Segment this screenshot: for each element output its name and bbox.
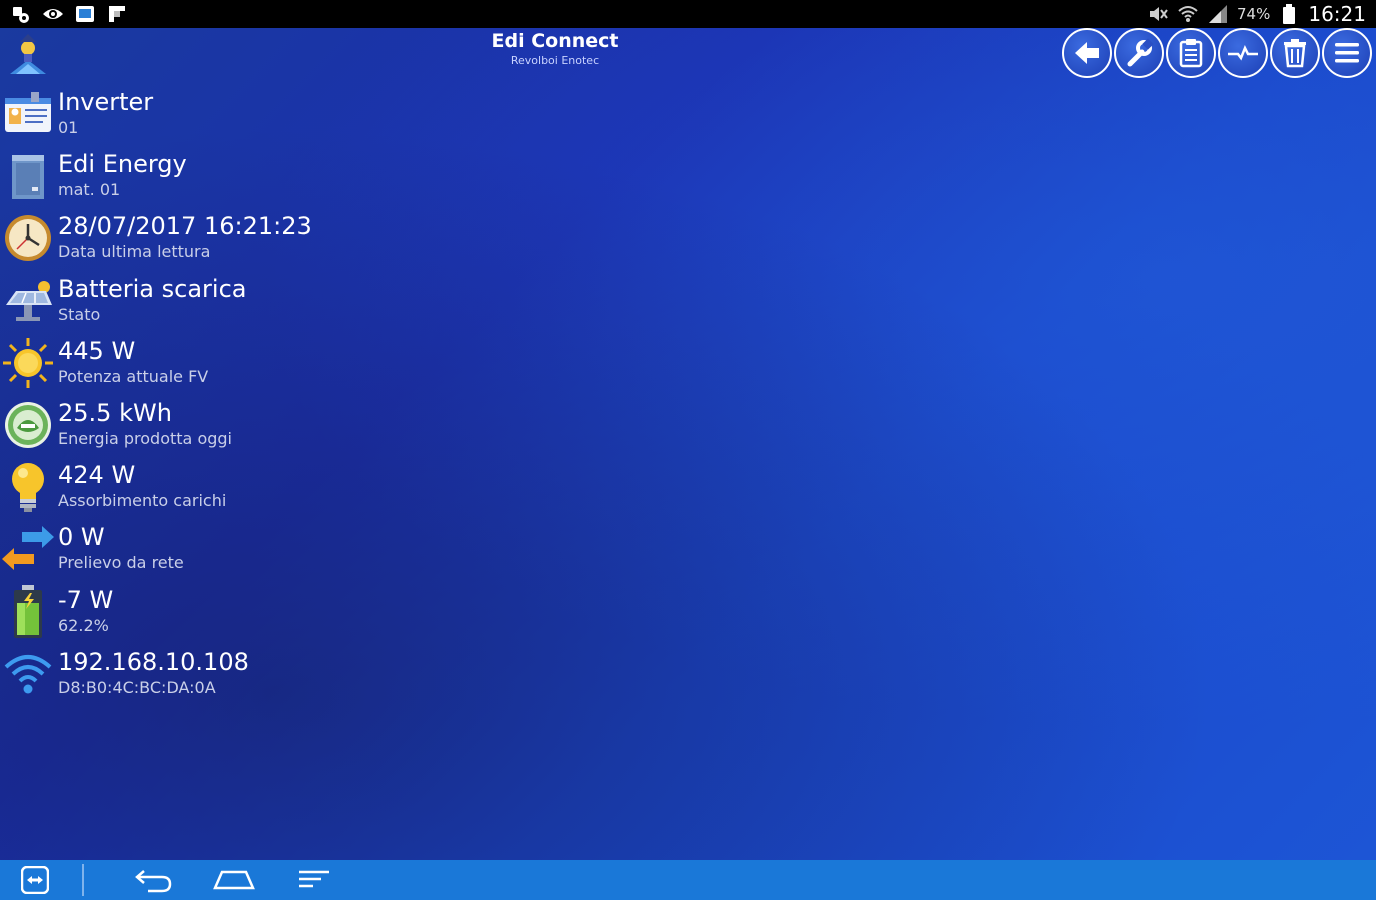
app-subtitle: Revolboi Enotec xyxy=(510,54,600,67)
item-label: Stato xyxy=(58,304,101,324)
status-bar-left xyxy=(0,4,128,24)
sun-icon xyxy=(0,335,56,391)
item-value: 25.5 kWh xyxy=(58,398,172,427)
clipboard-icon xyxy=(1179,39,1203,68)
back-button[interactable] xyxy=(1062,28,1112,78)
mute-icon xyxy=(1147,4,1169,24)
image-icon xyxy=(74,4,96,24)
list-item-network[interactable]: 192.168.10.108 D8:B0:4C:BC:DA:0A xyxy=(0,646,420,708)
list-item-text: Edi Energy mat. 01 xyxy=(56,148,187,201)
list-item-energy-today[interactable]: 25.5 kWh Energia prodotta oggi xyxy=(0,397,420,459)
inverter-device-icon xyxy=(0,148,56,204)
list-item-text: 192.168.10.108 D8:B0:4C:BC:DA:0A xyxy=(56,646,249,699)
item-label: Data ultima lettura xyxy=(58,242,211,262)
settings-button[interactable] xyxy=(1114,28,1164,78)
item-label: mat. 01 xyxy=(58,180,121,200)
battery-level-icon xyxy=(0,584,56,640)
trash-icon xyxy=(1284,39,1306,68)
nav-back-icon xyxy=(135,870,172,893)
list-item-load[interactable]: 424 W Assorbimento carichi xyxy=(0,459,420,521)
list-item-text: 445 W Potenza attuale FV xyxy=(56,335,208,388)
nav-home-button[interactable] xyxy=(194,860,274,900)
list-item-text: 25.5 kWh Energia prodotta oggi xyxy=(56,397,232,450)
item-label: Energia prodotta oggi xyxy=(58,428,232,448)
menu-button[interactable] xyxy=(1322,28,1372,78)
inverter-data-list: Inverter 01 Edi Energy mat. 01 28/07/201… xyxy=(0,86,420,708)
item-value: 424 W xyxy=(58,461,136,490)
item-value: 28/07/2017 16:21:23 xyxy=(58,212,312,241)
list-item-pv-power[interactable]: 445 W Potenza attuale FV xyxy=(0,335,420,397)
list-item-status[interactable]: Batteria scarica Stato xyxy=(0,273,420,335)
item-label: Assorbimento carichi xyxy=(58,491,227,511)
id-card-icon xyxy=(0,86,56,142)
wrench-icon xyxy=(1127,38,1154,67)
list-item-text: 28/07/2017 16:21:23 Data ultima lettura xyxy=(56,210,312,263)
list-item-inverter[interactable]: Inverter 01 xyxy=(0,86,420,148)
list-item-battery[interactable]: -7 W 62.2% xyxy=(0,584,420,646)
item-label: Prelievo da rete xyxy=(58,553,184,573)
teamviewer-button[interactable] xyxy=(0,860,70,900)
list-item-text: -7 W 62.2% xyxy=(56,584,113,637)
lightbulb-icon xyxy=(0,459,56,515)
navigation-bar xyxy=(0,860,1376,900)
nav-separator xyxy=(82,864,84,896)
nav-back-button[interactable] xyxy=(114,860,194,900)
item-value: -7 W xyxy=(58,585,114,614)
clock-icon xyxy=(0,210,56,266)
list-item-text: 424 W Assorbimento carichi xyxy=(56,459,226,512)
app-notification-icon xyxy=(10,4,32,24)
list-item-device[interactable]: Edi Energy mat. 01 xyxy=(0,148,420,210)
item-label: 01 xyxy=(58,118,79,137)
item-label: 62.2% xyxy=(58,615,109,635)
battery-icon xyxy=(1278,4,1300,24)
app-title: Edi Connect xyxy=(491,30,619,52)
item-label: D8:B0:4C:BC:DA:0A xyxy=(58,677,216,697)
item-value: Inverter xyxy=(58,88,154,116)
item-value: 0 W xyxy=(58,523,105,552)
solar-panel-icon xyxy=(0,273,56,329)
delete-button[interactable] xyxy=(1270,28,1320,78)
back-arrow-icon xyxy=(1075,42,1099,64)
wifi-icon xyxy=(1177,4,1199,24)
item-label: Potenza attuale FV xyxy=(58,366,209,386)
eye-icon xyxy=(42,4,64,24)
exchange-arrows-icon xyxy=(0,521,56,577)
flipboard-icon xyxy=(106,4,128,24)
nav-home-icon xyxy=(213,870,255,890)
teamviewer-icon xyxy=(21,866,49,894)
app-logo-icon xyxy=(6,30,50,78)
list-item-grid[interactable]: 0 W Prelievo da rete xyxy=(0,521,420,583)
list-item-text: Batteria scarica Stato xyxy=(56,273,246,326)
nav-recent-icon xyxy=(299,870,329,888)
status-bar: 74% 16:21 xyxy=(0,0,1376,28)
wifi-signal-icon xyxy=(0,646,56,702)
title-block: Edi Connect Revolboi Enotec xyxy=(440,30,670,67)
item-value: Batteria scarica xyxy=(58,274,247,303)
item-value: Edi Energy xyxy=(58,150,187,179)
toolbar xyxy=(1062,28,1372,78)
signal-icon xyxy=(1207,4,1229,24)
status-time: 16:21 xyxy=(1308,2,1366,26)
menu-icon xyxy=(1335,43,1359,63)
battery-percent: 74% xyxy=(1237,5,1271,23)
list-item-text: Inverter 01 xyxy=(56,86,153,139)
log-button[interactable] xyxy=(1166,28,1216,78)
list-item-last-reading[interactable]: 28/07/2017 16:21:23 Data ultima lettura xyxy=(0,210,420,272)
list-item-text: 0 W Prelievo da rete xyxy=(56,521,184,574)
eco-energy-icon xyxy=(0,397,56,453)
item-value: 192.168.10.108 xyxy=(58,647,249,676)
item-value: 445 W xyxy=(58,336,136,365)
chart-button[interactable] xyxy=(1218,28,1268,78)
status-bar-right: 74% 16:21 xyxy=(1147,2,1376,26)
nav-recent-button[interactable] xyxy=(274,860,354,900)
waveform-icon xyxy=(1228,44,1258,61)
